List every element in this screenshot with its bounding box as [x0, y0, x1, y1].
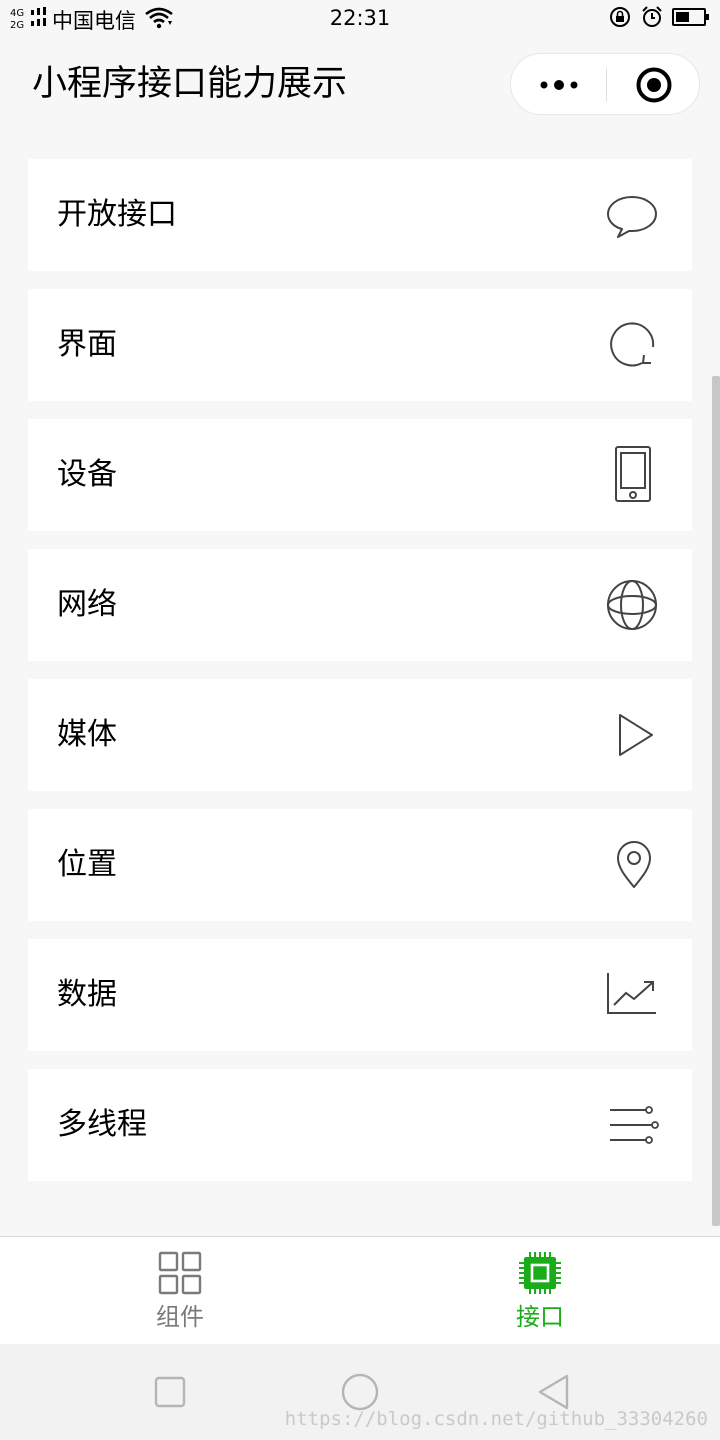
more-dots-icon [540, 80, 577, 90]
watermark: https://blog.csdn.net/github_33304260 [284, 1408, 708, 1430]
tab-components[interactable]: 组件 [0, 1237, 360, 1345]
grid-icon [158, 1251, 202, 1295]
scrollbar[interactable] [712, 376, 720, 1226]
chat-bubble-icon [602, 185, 662, 245]
api-item-label: 界面 [57, 327, 117, 362]
more-button[interactable] [511, 54, 606, 116]
circle-icon [341, 1373, 379, 1411]
api-item-device[interactable]: 设备 [28, 419, 692, 531]
api-item-label: 设备 [57, 457, 117, 492]
tab-bar: 组件 接口 [0, 1236, 720, 1345]
rotation-lock-icon [608, 5, 632, 33]
sliders-icon [602, 1095, 662, 1155]
back-button[interactable] [534, 1372, 574, 1412]
close-button[interactable] [607, 54, 701, 116]
api-item-label: 网络 [57, 587, 117, 622]
api-item-label: 媒体 [57, 717, 117, 752]
api-item-interface[interactable]: 界面 [28, 289, 692, 401]
refresh-circle-icon [602, 315, 662, 375]
api-item-data[interactable]: 数据 [28, 939, 692, 1051]
api-item-label: 多线程 [57, 1107, 147, 1142]
api-item-media[interactable]: 媒体 [28, 679, 692, 791]
page-title: 小程序接口能力展示 [32, 64, 348, 104]
tab-label: 组件 [156, 1303, 204, 1331]
status-bar: 4G 2G 中国电信 22:31 [0, 0, 720, 40]
api-item-multithread[interactable]: 多线程 [28, 1069, 692, 1181]
tab-interface[interactable]: 接口 [360, 1237, 720, 1345]
globe-icon [602, 575, 662, 635]
alarm-icon [640, 5, 664, 33]
recent-apps-button[interactable] [150, 1372, 190, 1412]
api-item-label: 位置 [57, 847, 117, 882]
api-item-network[interactable]: 网络 [28, 549, 692, 661]
home-button[interactable] [340, 1372, 380, 1412]
navigation-bar: 小程序接口能力展示 [0, 40, 720, 130]
chip-icon [518, 1251, 562, 1295]
system-navigation-bar: https://blog.csdn.net/github_33304260 [0, 1344, 720, 1440]
api-item-label: 开放接口 [57, 197, 177, 232]
line-chart-icon [602, 965, 662, 1025]
api-item-open-interface[interactable]: 开放接口 [28, 159, 692, 271]
square-icon [154, 1376, 186, 1408]
close-target-icon [636, 67, 672, 103]
status-right [608, 5, 710, 33]
back-triangle-icon [538, 1374, 569, 1410]
menu-capsule [510, 53, 700, 115]
phone-icon [602, 445, 662, 505]
api-item-location[interactable]: 位置 [28, 809, 692, 921]
play-icon [602, 705, 662, 765]
location-pin-icon [602, 835, 662, 895]
battery-icon [672, 7, 710, 31]
tab-label: 接口 [516, 1303, 564, 1331]
api-item-label: 数据 [57, 977, 117, 1012]
